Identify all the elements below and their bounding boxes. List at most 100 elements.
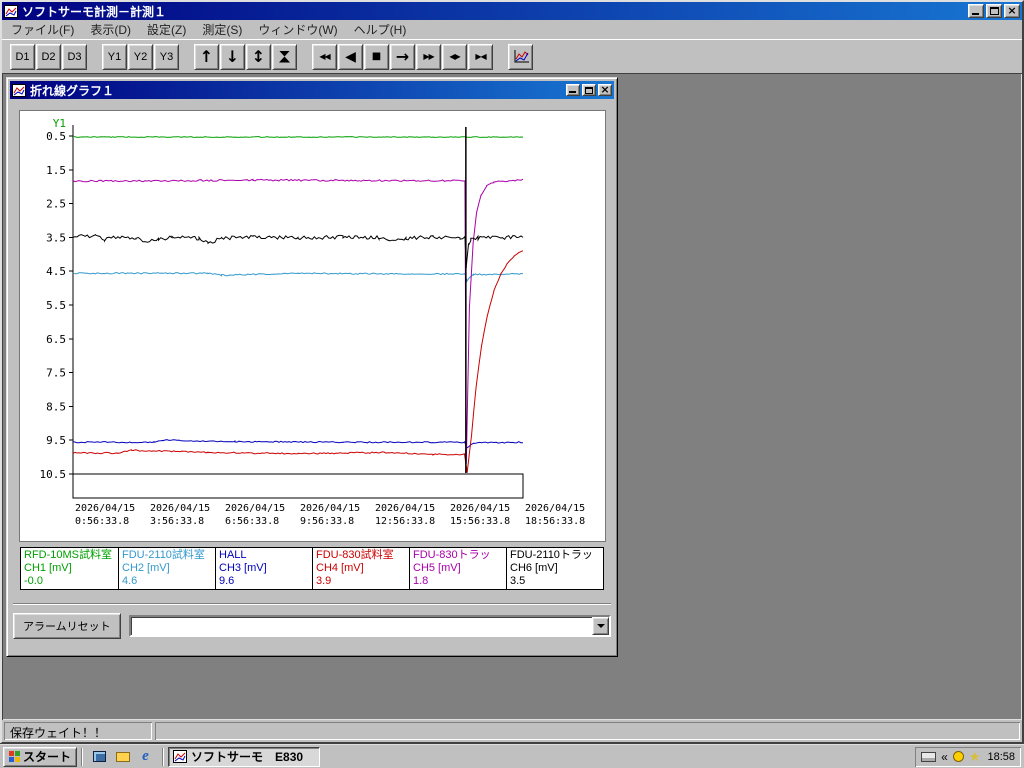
- left-arrow-icon: ◀: [345, 50, 356, 64]
- svg-text:9.5: 9.5: [46, 434, 66, 447]
- play-button[interactable]: →: [390, 44, 415, 70]
- d3-button[interactable]: D3: [62, 44, 87, 70]
- alarm-combobox[interactable]: [129, 615, 611, 637]
- svg-text:2026/04/15: 2026/04/15: [300, 503, 360, 514]
- stop-icon: ■: [372, 52, 381, 62]
- menu-item-help[interactable]: ヘルプ(H): [346, 19, 415, 40]
- taskbar-separator: [162, 748, 164, 766]
- start-label: スタート: [23, 748, 71, 765]
- minimize-button[interactable]: [968, 4, 984, 18]
- svg-text:3.5: 3.5: [46, 231, 66, 244]
- fast-forward-button[interactable]: ▶▶: [416, 44, 441, 70]
- collapse-chevron-icon[interactable]: «: [941, 751, 948, 763]
- menu-item-view[interactable]: 表示(D): [82, 19, 139, 40]
- svg-text:7.5: 7.5: [46, 367, 66, 380]
- down-arrow-icon: ↓: [226, 49, 239, 65]
- taskbar-task-button[interactable]: ソフトサーモ E830: [168, 747, 320, 767]
- scroll-up-button[interactable]: ↑: [194, 44, 219, 70]
- display-group: D1 D2 D3: [10, 44, 87, 70]
- maximize-button[interactable]: [986, 4, 1002, 18]
- channel-value: 3.9: [316, 575, 406, 588]
- status-cell-empty: [155, 722, 1020, 740]
- legend-cell-ch3: HALLCH3 [mV]9.6: [215, 548, 312, 589]
- line-chart[interactable]: 0.51.52.53.54.55.56.57.58.59.510.5Y12026…: [20, 111, 605, 541]
- svg-text:Y1: Y1: [52, 117, 65, 130]
- fit-vertical-button[interactable]: ↕: [246, 44, 271, 70]
- svg-text:2026/04/15: 2026/04/15: [225, 503, 285, 514]
- legend-cell-ch6: FDU-2110トラッCH6 [mV]3.5: [506, 548, 603, 589]
- channel-value: 1.8: [413, 575, 503, 588]
- graph-maximize-button[interactable]: [582, 84, 596, 96]
- star-icon[interactable]: ★: [969, 750, 981, 763]
- svg-text:4.5: 4.5: [46, 265, 66, 278]
- menu-item-measure[interactable]: 測定(S): [194, 19, 250, 40]
- playback-group: ◀◀◀■→▶▶◀▶▶◀: [312, 44, 493, 70]
- alarm-reset-button[interactable]: アラームリセット: [13, 613, 121, 639]
- combobox-dropdown-button[interactable]: [592, 617, 609, 635]
- d1-button[interactable]: D1: [10, 44, 35, 70]
- menu-item-settings[interactable]: 設定(Z): [139, 19, 194, 40]
- combobox-value[interactable]: [131, 617, 592, 635]
- internet-explorer-icon[interactable]: e: [137, 748, 154, 765]
- double-right-arrow-icon: ▶▶: [423, 53, 433, 61]
- up-arrow-icon: ↑: [200, 49, 213, 65]
- alert-icon[interactable]: [953, 751, 964, 762]
- arrows-in-icon: ▶◀: [475, 53, 485, 61]
- taskbar-clock[interactable]: 18:58: [987, 751, 1015, 763]
- graph-minimize-button[interactable]: [566, 84, 580, 96]
- channel-unit: CH5 [mV]: [413, 562, 503, 575]
- channel-unit: CH3 [mV]: [219, 562, 309, 575]
- step-back-button[interactable]: ◀: [338, 44, 363, 70]
- close-button[interactable]: ×: [1004, 4, 1020, 18]
- app-window: ソフトサーモ計測－計測１ × ファイル(F)表示(D)設定(Z)測定(S)ウィン…: [0, 0, 1024, 744]
- fast-rewind-button[interactable]: ◀◀: [312, 44, 337, 70]
- minimize-icon: [569, 91, 576, 93]
- keyboard-icon[interactable]: [921, 752, 936, 762]
- button-label: Y1: [108, 51, 121, 63]
- legend-cell-ch5: FDU-830トラッCH5 [mV]1.8: [409, 548, 506, 589]
- svg-text:2026/04/15: 2026/04/15: [150, 503, 210, 514]
- graph-close-button[interactable]: ×: [598, 84, 612, 96]
- menu-item-window[interactable]: ウィンドウ(W): [250, 19, 345, 40]
- start-button[interactable]: スタート: [3, 747, 77, 767]
- menu-item-file[interactable]: ファイル(F): [3, 19, 82, 40]
- compress-x-button[interactable]: ▶◀: [468, 44, 493, 70]
- svg-text:5.5: 5.5: [46, 299, 66, 312]
- chart-icon: [512, 49, 530, 65]
- stop-button[interactable]: ■: [364, 44, 389, 70]
- svg-text:6:56:33.8: 6:56:33.8: [225, 516, 279, 527]
- show-desktop-icon[interactable]: [91, 748, 108, 765]
- svg-text:2026/04/15: 2026/04/15: [450, 503, 510, 514]
- button-label: D2: [41, 51, 55, 63]
- channel-legend: RFD-10MS試料室CH1 [mV]-0.0FDU-2110試料室CH2 [m…: [20, 547, 604, 590]
- open-graph-button[interactable]: [508, 44, 533, 70]
- scroll-group: ↑ ↓ ↕: [194, 44, 297, 70]
- taskbar: スタート e ソフトサーモ E830 « ★ 18:58: [0, 744, 1024, 768]
- up-down-arrow-icon: ↕: [252, 49, 265, 65]
- svg-text:3:56:33.8: 3:56:33.8: [150, 516, 204, 527]
- svg-text:0.5: 0.5: [46, 130, 66, 143]
- time-range-button[interactable]: [272, 44, 297, 70]
- expand-x-button[interactable]: ◀▶: [442, 44, 467, 70]
- y3-button[interactable]: Y3: [154, 44, 179, 70]
- d2-button[interactable]: D2: [36, 44, 61, 70]
- channel-name: FDU-830トラッ: [413, 549, 503, 562]
- channel-value: 3.5: [510, 575, 600, 588]
- svg-text:6.5: 6.5: [46, 333, 66, 346]
- legend-cell-ch2: FDU-2110試料室CH2 [mV]4.6: [118, 548, 215, 589]
- folder-icon[interactable]: [114, 748, 131, 765]
- y2-button[interactable]: Y2: [128, 44, 153, 70]
- svg-text:12:56:33.8: 12:56:33.8: [375, 516, 435, 527]
- task-button-label: ソフトサーモ E830: [191, 748, 303, 765]
- legend-cell-ch4: FDU-830試料室CH4 [mV]3.9: [312, 548, 409, 589]
- button-label: Y3: [160, 51, 173, 63]
- graph-window-title-bar[interactable]: 折れ線グラフ１ ×: [10, 81, 614, 99]
- svg-text:9:56:33.8: 9:56:33.8: [300, 516, 354, 527]
- legend-cell-ch1: RFD-10MS試料室CH1 [mV]-0.0: [21, 548, 118, 589]
- channel-unit: CH6 [mV]: [510, 562, 600, 575]
- y1-button[interactable]: Y1: [102, 44, 127, 70]
- channel-name: RFD-10MS試料室: [24, 549, 115, 562]
- title-bar[interactable]: ソフトサーモ計測－計測１ ×: [2, 2, 1022, 20]
- scroll-down-button[interactable]: ↓: [220, 44, 245, 70]
- maximize-icon: [990, 7, 999, 15]
